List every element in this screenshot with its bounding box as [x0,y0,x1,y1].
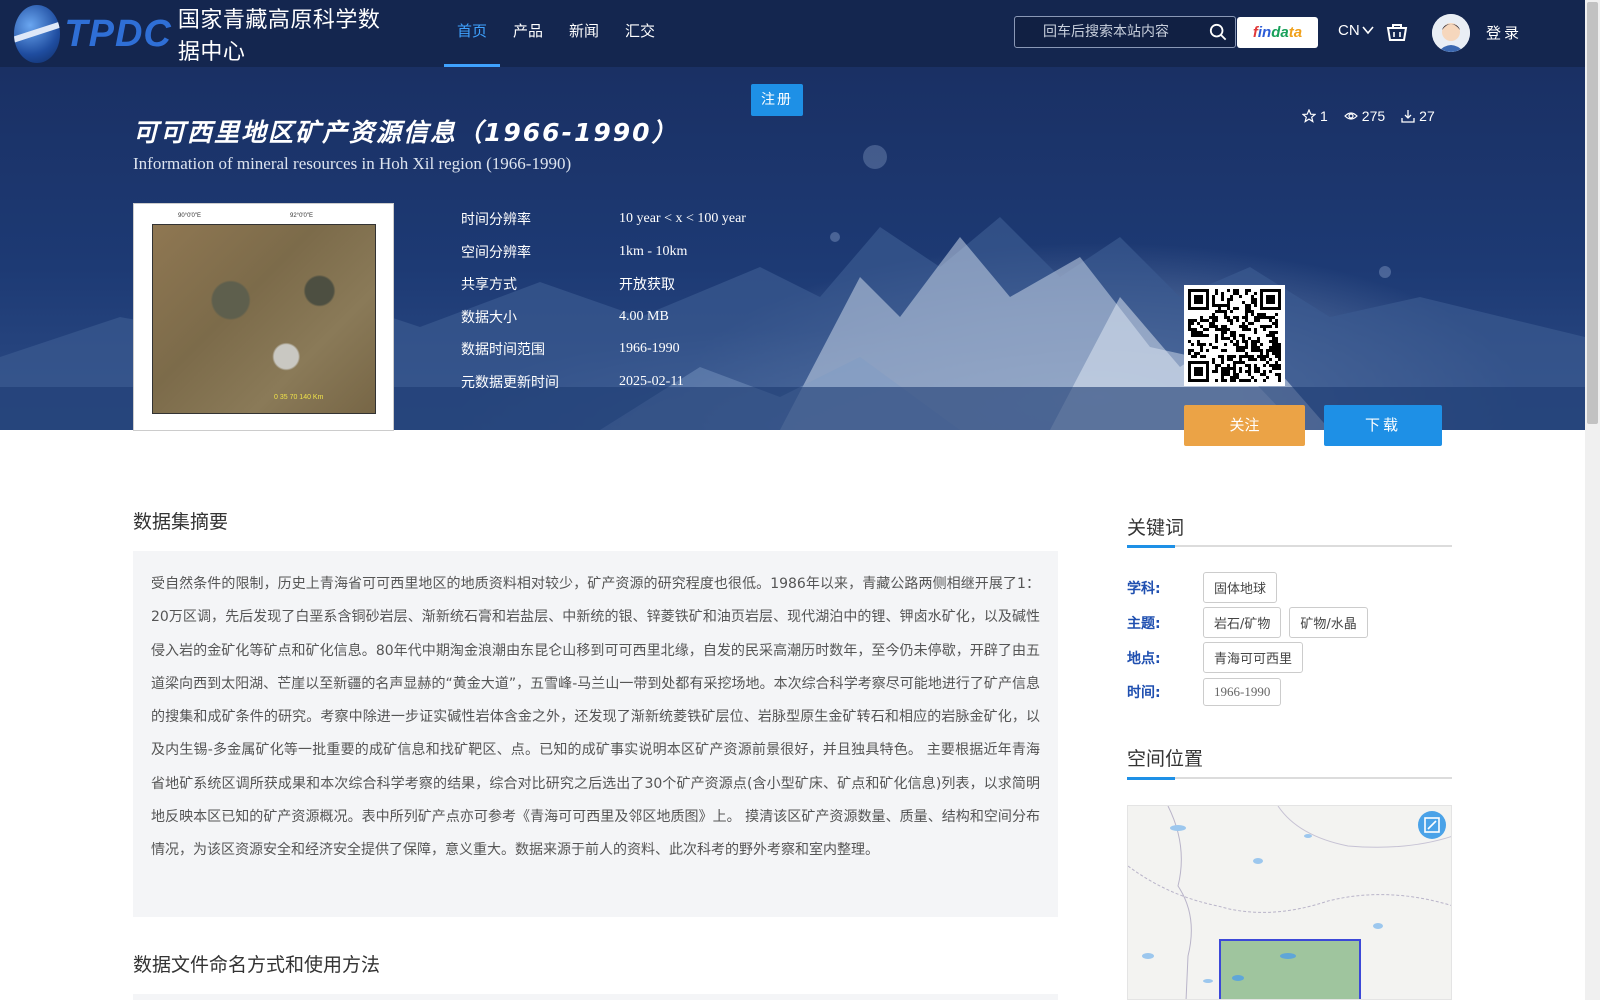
keyword-row-theme: 主题: 岩石/矿物 矿物/水晶 [1127,607,1376,638]
dataset-title-cn: 可可西里地区矿产资源信息（1966-1990） [133,118,679,147]
expand-icon [1424,817,1440,833]
abstract-text: 受自然条件的限制，历史上青海省可可西里地区的地质资料相对较少，矿产资源的研究程度… [133,551,1058,917]
keyword-row-time: 时间: 1966-1990 [1127,678,1289,706]
scrollbar-thumb[interactable] [1587,2,1598,424]
cart-icon[interactable] [1386,22,1408,42]
keyword-row-subject: 学科: 固体地球 [1127,572,1285,603]
logo-tpdc-text: TPDC [64,12,172,55]
dataset-metadata: 时间分辨率 10 year < x < 100 year 空间分辨率 1km - 1… [461,203,746,398]
meta-value: 开放获取 [619,277,675,294]
nav-item-submit[interactable]: 汇交 [612,0,668,67]
spatial-map[interactable] [1127,805,1452,1000]
meta-row: 数据大小 4.00 MB [461,301,746,334]
login-link[interactable]: 登录 [1486,22,1522,43]
meta-label: 时间分辨率 [461,212,531,229]
user-avatar-icon [1432,14,1470,52]
meta-row: 共享方式 开放获取 [461,268,746,301]
naming-content [133,994,1058,1000]
language-switch[interactable]: CN [1338,22,1374,39]
spatial-heading: 空间位置 [1127,748,1204,770]
keyword-label: 地点: [1127,650,1161,667]
dataset-thumbnail[interactable]: 90°0′0″E 92°0′0″E 0 35 70 140 Km [133,203,394,431]
keywords-divider [1127,545,1452,548]
abstract-heading: 数据集摘要 [133,511,229,533]
keyword-tag[interactable]: 矿物/水晶 [1289,607,1368,638]
meta-row: 数据时间范围 1966-1990 [461,333,746,366]
nav-item-news[interactable]: 新闻 [556,0,612,67]
findata-part: ta [1288,24,1303,41]
search-icon[interactable] [1209,23,1227,41]
view-count: 275 [1343,108,1386,124]
page-scrollbar[interactable] [1585,0,1600,1000]
meta-value: 1966-1990 [619,341,680,357]
thumbnail-scale: 0 35 70 140 Km [274,394,324,401]
meta-label: 数据大小 [461,309,517,326]
meta-value: 4.00 MB [619,308,669,324]
site-logo[interactable]: TPDC 国家青藏高原科学数据中心 [14,4,394,65]
main-nav: 首页 产品 新闻 汇交 [444,0,668,67]
globe-logo-icon [14,5,61,63]
findata-part: in [1257,24,1272,41]
keyword-tag[interactable]: 固体地球 [1203,572,1278,603]
follow-button[interactable]: 关注 [1184,405,1305,446]
meta-label: 空间分辨率 [461,244,531,261]
star-icon [1302,109,1316,123]
keyword-label: 学科: [1127,580,1161,597]
meta-value: 1km - 10km [619,243,688,259]
thumbnail-map-image [152,224,376,414]
thumbnail-tick: 90°0′0″E [178,213,201,219]
meta-row: 元数据更新时间 2025-02-11 [461,366,746,399]
nav-item-home[interactable]: 首页 [444,0,501,67]
language-label: CN [1338,22,1360,39]
qr-code-image [1188,289,1281,382]
meta-row: 时间分辨率 10 year < x < 100 year [461,203,746,236]
download-count-value: 27 [1419,108,1435,124]
star-count-value: 1 [1320,108,1328,124]
avatar[interactable] [1432,14,1470,52]
download-count: 27 [1401,108,1435,124]
star-count[interactable]: 1 [1302,108,1328,124]
keywords-heading: 关键词 [1127,517,1185,539]
register-button[interactable]: 注册 [751,84,803,116]
fullscreen-icon[interactable] [1418,811,1446,839]
nav-item-products[interactable]: 产品 [500,0,556,67]
thumbnail-tick: 92°0′0″E [290,213,313,219]
dataset-stats: 1 275 27 [1302,108,1435,124]
meta-label: 数据时间范围 [461,342,545,359]
keyword-tag[interactable]: 青海可可西里 [1203,642,1304,673]
search-input[interactable] [1015,17,1195,47]
chevron-down-icon [1362,26,1374,35]
meta-value: 2025-02-11 [619,373,684,389]
findata-button[interactable]: findata [1237,17,1318,48]
keyword-tag[interactable]: 1966-1990 [1203,678,1282,706]
findata-part: da [1271,24,1289,41]
meta-label: 共享方式 [461,277,517,294]
top-bar: TPDC 国家青藏高原科学数据中心 首页 产品 新闻 汇交 findata CN… [0,0,1585,67]
keyword-label: 主题: [1127,615,1161,632]
meta-label: 元数据更新时间 [461,374,559,391]
keyword-tag[interactable]: 岩石/矿物 [1203,607,1282,638]
eye-icon [1343,112,1358,120]
spatial-divider [1127,777,1452,780]
keyword-row-place: 地点: 青海可可西里 [1127,642,1311,673]
view-count-value: 275 [1361,108,1386,124]
qr-code [1184,285,1285,386]
search-box [1014,16,1236,48]
meta-value: 10 year < x < 100 year [619,211,746,227]
meta-row: 空间分辨率 1km - 10km [461,236,746,269]
naming-heading: 数据文件命名方式和使用方法 [133,954,381,976]
dataset-title-en: Information of mineral resources in Hoh … [133,154,572,173]
download-button[interactable]: 下载 [1324,405,1442,446]
logo-cn-text: 国家青藏高原科学数据中心 [177,8,381,65]
download-icon [1401,110,1415,123]
keyword-label: 时间: [1127,685,1161,701]
map-image [1128,806,1451,999]
